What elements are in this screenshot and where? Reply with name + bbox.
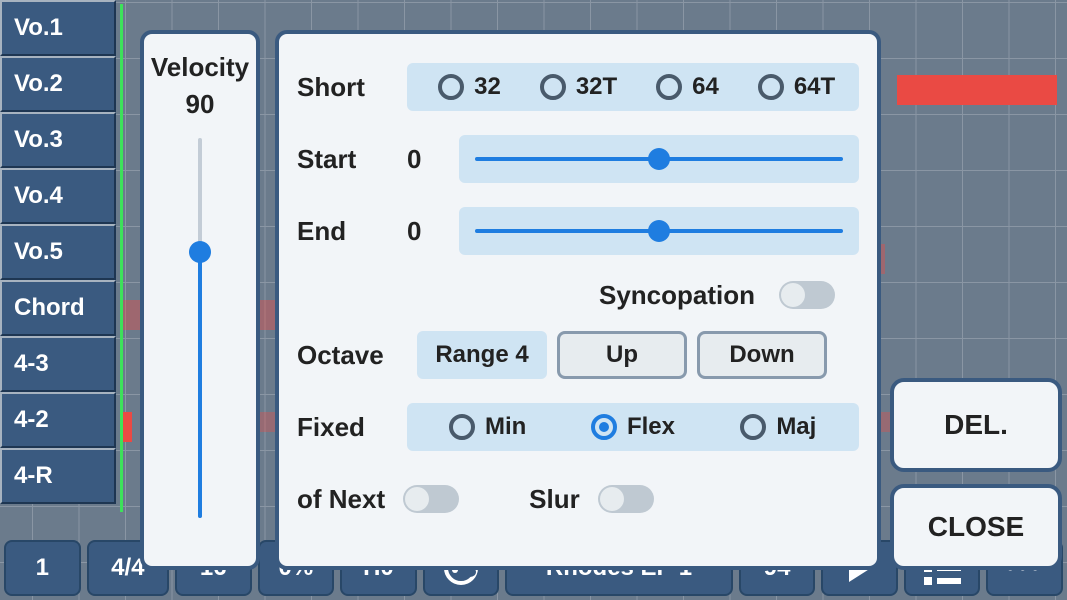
octave-up-button[interactable]: Up (557, 331, 687, 379)
velocity-value: 90 (144, 89, 256, 120)
track-vo5[interactable]: Vo.5 (0, 224, 116, 280)
short-row: Short 32 32T 64 64T (297, 58, 859, 116)
ofnext-label: of Next (297, 484, 385, 515)
velocity-fill (198, 252, 202, 518)
octave-label: Octave (297, 340, 407, 371)
track-label: 4-R (14, 462, 53, 490)
delete-button[interactable]: DEL. (890, 378, 1062, 472)
start-value: 0 (407, 144, 453, 175)
radio-icon (758, 74, 784, 100)
end-value: 0 (407, 216, 453, 247)
opt-label: 32T (576, 73, 617, 101)
note-editor-panel: Short 32 32T 64 64T Start 0 End 0 Syncop… (275, 30, 881, 570)
opt-label: 64T (794, 73, 835, 101)
ofnext-slur-row: of Next Slur (297, 470, 859, 528)
toggle-knob (600, 487, 624, 511)
fixed-label: Fixed (297, 412, 407, 443)
track-vo1[interactable]: Vo.1 (0, 0, 116, 56)
toggle-knob (405, 487, 429, 511)
opt-label: Maj (776, 413, 816, 441)
track-vo2[interactable]: Vo.2 (0, 56, 116, 112)
track-label: Vo.2 (14, 70, 63, 98)
slider-thumb[interactable] (648, 148, 670, 170)
track-4-2[interactable]: 4-2 (0, 392, 116, 448)
radio-icon (449, 414, 475, 440)
opt-label: 32 (474, 73, 501, 101)
track-chord[interactable]: Chord (0, 280, 116, 336)
opt-label: Flex (627, 413, 675, 441)
track-label: Vo.4 (14, 182, 63, 210)
track-vo4[interactable]: Vo.4 (0, 168, 116, 224)
end-label: End (297, 216, 407, 247)
fixed-segment: Min Flex Maj (407, 403, 859, 451)
fixed-opt-maj[interactable]: Maj (706, 413, 851, 441)
radio-icon (540, 74, 566, 100)
short-segment: 32 32T 64 64T (407, 63, 859, 111)
syncopation-label: Syncopation (599, 280, 755, 311)
syncopation-toggle[interactable] (779, 281, 835, 309)
short-opt-64t[interactable]: 64T (742, 73, 851, 101)
track-label: Chord (14, 294, 85, 322)
track-vo3[interactable]: Vo.3 (0, 112, 116, 168)
slur-label: Slur (529, 484, 580, 515)
opt-label: 64 (692, 73, 719, 101)
end-slider[interactable] (459, 207, 859, 255)
fixed-row: Fixed Min Flex Maj (297, 398, 859, 456)
track-label: Vo.5 (14, 238, 63, 266)
octave-range[interactable]: Range 4 (417, 331, 547, 379)
delete-label: DEL. (944, 409, 1008, 441)
track-label: Vo.1 (14, 14, 63, 42)
playhead-line (120, 4, 123, 512)
track-4-3[interactable]: 4-3 (0, 336, 116, 392)
up-label: Up (606, 341, 638, 369)
short-opt-32[interactable]: 32 (415, 73, 524, 101)
short-label: Short (297, 72, 407, 103)
close-button[interactable]: CLOSE (890, 484, 1062, 570)
track-label: 4-2 (14, 406, 49, 434)
radio-icon (740, 414, 766, 440)
slider-thumb[interactable] (648, 220, 670, 242)
page-label: 1 (36, 554, 49, 582)
velocity-thumb[interactable] (189, 241, 211, 263)
close-label: CLOSE (928, 511, 1024, 543)
short-opt-32t[interactable]: 32T (524, 73, 633, 101)
range-label: Range 4 (435, 341, 528, 369)
radio-icon (591, 414, 617, 440)
ofnext-toggle[interactable] (403, 485, 459, 513)
down-label: Down (729, 341, 794, 369)
velocity-slider[interactable] (144, 138, 256, 518)
fixed-opt-min[interactable]: Min (415, 413, 560, 441)
octave-down-button[interactable]: Down (697, 331, 827, 379)
start-row: Start 0 (297, 130, 859, 188)
syncopation-row: Syncopation (297, 266, 859, 324)
slur-toggle[interactable] (598, 485, 654, 513)
short-opt-64[interactable]: 64 (633, 73, 742, 101)
end-row: End 0 (297, 202, 859, 260)
start-slider[interactable] (459, 135, 859, 183)
velocity-panel: Velocity 90 (140, 30, 260, 570)
track-label: 4-3 (14, 350, 49, 378)
page-button[interactable]: 1 (4, 540, 81, 596)
toggle-knob (781, 283, 805, 307)
octave-row: Octave Range 4 Up Down (297, 326, 859, 384)
track-sidebar: Vo.1 Vo.2 Vo.3 Vo.4 Vo.5 Chord 4-3 4-2 4… (0, 0, 118, 504)
track-4-r[interactable]: 4-R (0, 448, 116, 504)
fixed-opt-flex[interactable]: Flex (560, 413, 705, 441)
velocity-label: Velocity (144, 52, 256, 83)
radio-icon (656, 74, 682, 100)
note-bar (897, 75, 1057, 105)
track-label: Vo.3 (14, 126, 63, 154)
start-label: Start (297, 144, 407, 175)
opt-label: Min (485, 413, 526, 441)
radio-icon (438, 74, 464, 100)
